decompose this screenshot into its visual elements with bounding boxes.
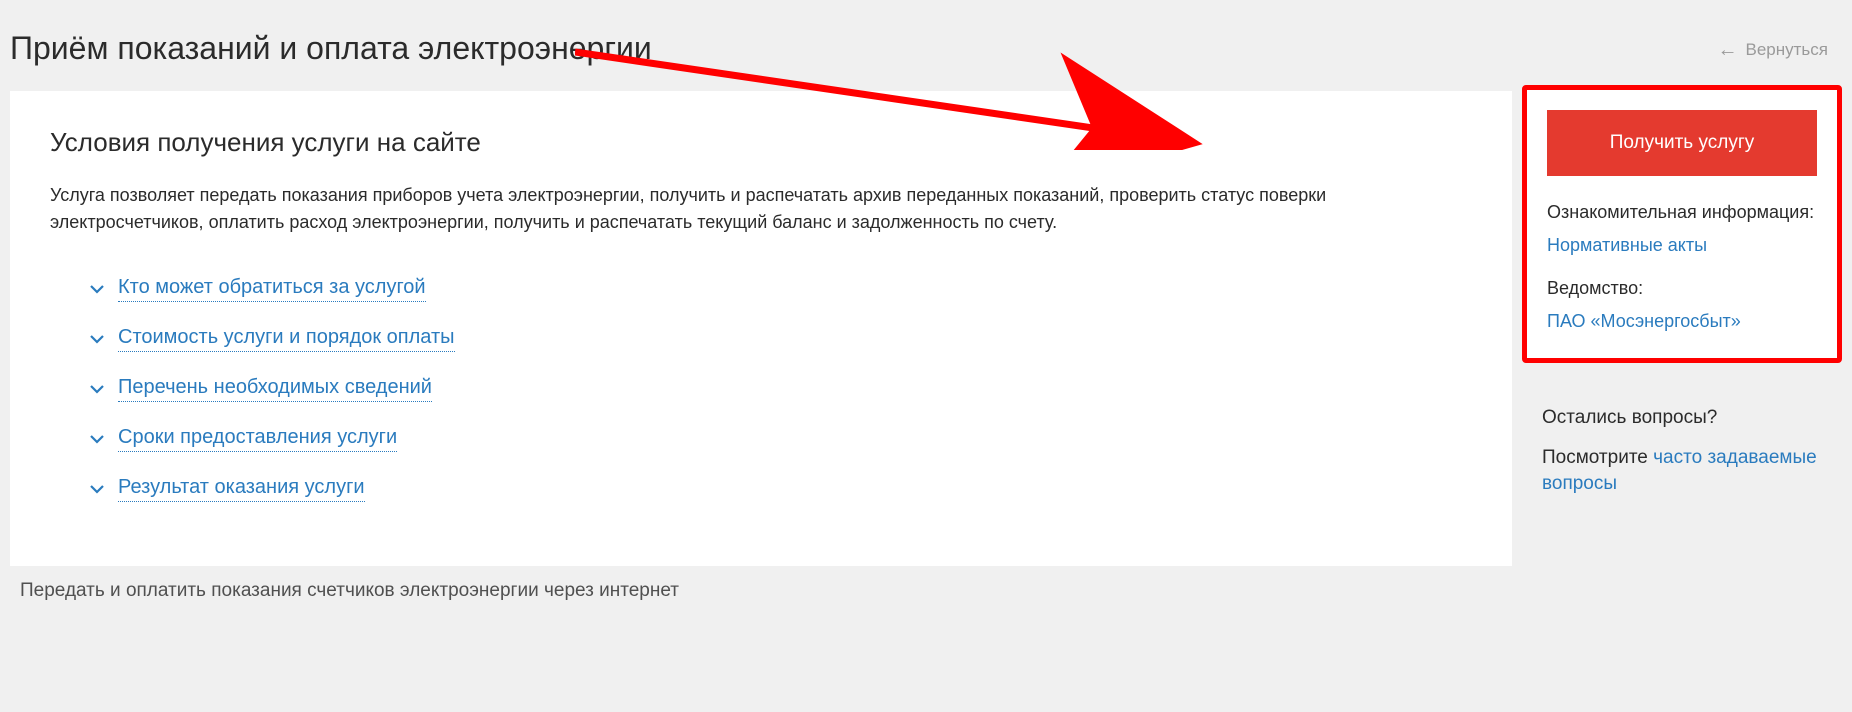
accordion-link: Кто может обратиться за услугой: [118, 276, 426, 302]
page-caption: Передать и оплатить показания счетчиков …: [10, 566, 1512, 602]
accordion-link: Результат оказания услуги: [118, 476, 365, 502]
chevron-down-icon: [90, 281, 104, 297]
accordion-link: Перечень необходимых сведений: [118, 376, 432, 402]
accordion-item[interactable]: Сроки предоставления услуги: [90, 426, 1472, 452]
info-heading: Ознакомительная информация:: [1547, 202, 1817, 223]
accordion-link: Стоимость услуги и порядок оплаты: [118, 326, 455, 352]
main-card: Условия получения услуги на сайте Услуга…: [10, 91, 1512, 566]
chevron-down-icon: [90, 331, 104, 347]
page-title: Приём показаний и оплата электроэнергии: [10, 0, 1512, 91]
chevron-down-icon: [90, 431, 104, 447]
get-service-button[interactable]: Получить услугу: [1547, 110, 1817, 176]
accordion-item[interactable]: Перечень необходимых сведений: [90, 376, 1472, 402]
department-link[interactable]: ПАО «Мосэнергосбыт»: [1547, 311, 1817, 332]
questions-prefix: Посмотрите: [1542, 447, 1653, 468]
section-title: Условия получения услуги на сайте: [50, 127, 1472, 158]
department-heading: Ведомство:: [1547, 278, 1817, 299]
back-link[interactable]: ← Вернуться: [1718, 40, 1829, 60]
chevron-down-icon: [90, 481, 104, 497]
accordion-link: Сроки предоставления услуги: [118, 426, 397, 452]
cta-card: Получить услугу Ознакомительная информац…: [1522, 85, 1842, 363]
accordion-item[interactable]: Результат оказания услуги: [90, 476, 1472, 502]
accordion-list: Кто может обратиться за услугой Стоимост…: [50, 276, 1472, 502]
regulations-link[interactable]: Нормативные акты: [1547, 235, 1817, 256]
accordion-item[interactable]: Кто может обратиться за услугой: [90, 276, 1472, 302]
questions-text: Посмотрите часто задаваемые вопросы: [1542, 445, 1822, 496]
questions-block: Остались вопросы? Посмотрите часто задав…: [1522, 363, 1842, 496]
questions-title: Остались вопросы?: [1542, 407, 1822, 429]
back-label: Вернуться: [1746, 40, 1829, 60]
intro-text: Услуга позволяет передать показания приб…: [50, 182, 1472, 236]
accordion-item[interactable]: Стоимость услуги и порядок оплаты: [90, 326, 1472, 352]
chevron-down-icon: [90, 381, 104, 397]
arrow-left-icon: ←: [1718, 40, 1738, 60]
